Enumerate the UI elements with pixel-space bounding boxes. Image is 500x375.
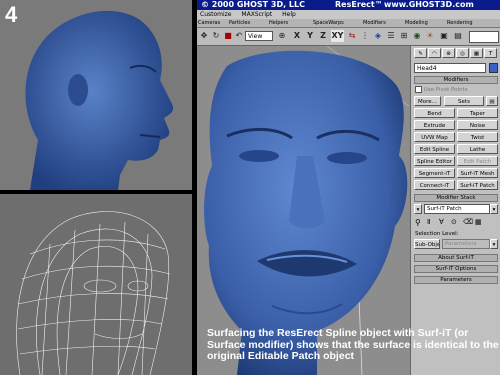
- modify-tab-icon[interactable]: ◠: [428, 48, 441, 58]
- display-tab-icon[interactable]: ▦: [470, 48, 483, 58]
- lathe-button[interactable]: Lathe: [457, 144, 498, 154]
- spline-editor-button[interactable]: Spline Editor: [414, 156, 455, 166]
- tab-bar: Cameras Particles Helpers SpaceWarps Mod…: [197, 19, 500, 28]
- selection-level-label: Selection Level:: [415, 231, 459, 237]
- surf-it-patch-button[interactable]: Surf-iT Patch: [457, 180, 498, 190]
- named-selection-field[interactable]: [469, 31, 499, 43]
- caption-text: Surfacing the ResErect Spline object wit…: [207, 327, 499, 362]
- configure-sets-icon[interactable]: ▤: [486, 96, 498, 106]
- edit-patch-button[interactable]: Edit Patch: [457, 156, 498, 166]
- command-panel: ✎ ◠ ⊗ ◎ ▦ T Head4 Modifiers Use Pivot Po…: [410, 46, 500, 375]
- schematic-icon[interactable]: ⊞: [399, 30, 409, 42]
- rotate-icon[interactable]: ↻: [211, 30, 221, 42]
- uvw-map-button[interactable]: UVW Map: [414, 132, 455, 142]
- tab-particles[interactable]: Particles: [229, 19, 250, 27]
- create-tab-icon[interactable]: ✎: [414, 48, 427, 58]
- tab-modeling[interactable]: Modeling: [405, 19, 428, 27]
- connect-it-button[interactable]: Connect-iT: [414, 180, 455, 190]
- axis-z-button[interactable]: Z: [318, 30, 328, 42]
- sub-object-button[interactable]: Sub-Object: [414, 239, 440, 249]
- axis-xy-button[interactable]: XY: [331, 30, 344, 42]
- move-icon[interactable]: ✥: [199, 30, 209, 42]
- head-front-render: [204, 46, 409, 375]
- menu-item-customize[interactable]: Customize: [200, 11, 232, 18]
- modifier-stack-dropdown[interactable]: Surf-iT Patch: [424, 204, 490, 214]
- tab-rendering[interactable]: Rendering: [447, 19, 473, 27]
- tab-cameras[interactable]: Cameras: [198, 19, 220, 27]
- pin-icon[interactable]: ⚲: [415, 218, 421, 227]
- tab-helpers[interactable]: Helpers: [269, 19, 288, 27]
- remove-modifier-icon[interactable]: ⌫: [463, 218, 473, 226]
- object-color-swatch[interactable]: [489, 63, 498, 73]
- track-view-icon[interactable]: ☰: [386, 30, 396, 42]
- extrude-button[interactable]: Extrude: [414, 120, 455, 130]
- segment-it-button[interactable]: Segment-iT: [414, 168, 455, 178]
- perspective-viewport[interactable]: [197, 46, 409, 375]
- use-pivot-points-label: Use Pivot Points: [423, 87, 468, 93]
- about-surf-it-rollout[interactable]: About Surf-iT: [414, 254, 498, 262]
- utilities-tab-icon[interactable]: T: [484, 48, 497, 58]
- parameters-rollout[interactable]: Parameters: [414, 276, 498, 284]
- menu-item-maxscript[interactable]: MAXScript: [241, 11, 272, 18]
- main-toolbar: ✥ ↻ ■ ↶ View ⊕ X Y Z XY ⇆ ⋮ ◈ ☰ ⊞ ◉ ☀ ▣ …: [197, 28, 500, 46]
- side-view-viewport: 4: [0, 0, 192, 190]
- axis-y-button[interactable]: Y: [305, 30, 315, 42]
- active-inactive-icon[interactable]: Ⅱ: [427, 218, 430, 226]
- use-pivot-points-checkbox[interactable]: Use Pivot Points: [415, 86, 468, 93]
- head-side-render: [25, 10, 174, 190]
- render-last-icon[interactable]: ▤: [453, 30, 463, 42]
- sub-object-dropdown[interactable]: Parameters: [442, 239, 490, 249]
- motion-tab-icon[interactable]: ◎: [456, 48, 469, 58]
- taper-button[interactable]: Taper: [457, 108, 498, 118]
- object-name-field[interactable]: Head4: [414, 63, 486, 73]
- quick-render-icon[interactable]: ▣: [439, 30, 449, 42]
- pin-stack-icon[interactable]: ▾: [414, 204, 422, 214]
- material-editor-icon[interactable]: ◉: [412, 30, 422, 42]
- tab-modifiers[interactable]: Modifiers: [363, 19, 386, 27]
- twist-button[interactable]: Twist: [457, 132, 498, 142]
- reference-coord-select[interactable]: View: [245, 31, 273, 41]
- title-copyright: © 2000 GHOST 3D, LLC: [201, 0, 305, 9]
- pivot-icon[interactable]: ⊕: [277, 30, 287, 42]
- edit-stack-icon[interactable]: ▦: [475, 218, 482, 226]
- edit-spline-button[interactable]: Edit Spline: [414, 144, 455, 154]
- surf-it-mesh-button[interactable]: Surf-iT Mesh: [457, 168, 498, 178]
- surf-it-options-rollout[interactable]: Surf-iT Options: [414, 265, 498, 273]
- sub-object-chevron-icon[interactable]: ▾: [490, 239, 498, 249]
- sets-button[interactable]: Sets: [444, 96, 484, 106]
- align-icon[interactable]: ⋮: [360, 30, 370, 42]
- mirror-icon[interactable]: ⇆: [347, 30, 357, 42]
- title-app-name: ResErect™: [335, 0, 383, 9]
- app-window: © 2000 GHOST 3D, LLC ResErect™ www.GHOST…: [197, 0, 500, 375]
- noise-button[interactable]: Noise: [457, 120, 498, 130]
- more-button[interactable]: More...: [414, 96, 441, 106]
- show-end-result-icon[interactable]: ∀: [439, 218, 444, 226]
- head-wireframe-render: [16, 211, 171, 375]
- bend-button[interactable]: Bend: [414, 108, 455, 118]
- tab-spacewarps[interactable]: SpaceWarps: [313, 19, 344, 27]
- panel-number: 4: [5, 2, 18, 27]
- render-icon[interactable]: ☀: [425, 30, 435, 42]
- title-website: www.GHOST3D.com: [384, 0, 474, 9]
- title-bar: © 2000 GHOST 3D, LLC ResErect™ www.GHOST…: [197, 0, 500, 10]
- scale-icon[interactable]: ■: [223, 30, 233, 42]
- chevron-down-icon[interactable]: ▾: [490, 204, 498, 214]
- snap-icon[interactable]: ◈: [373, 30, 383, 42]
- modifier-stack-rollout-header[interactable]: Modifier Stack: [414, 194, 498, 202]
- undo-icon[interactable]: ↶: [234, 30, 244, 42]
- modifiers-rollout-header[interactable]: Modifiers: [414, 76, 498, 84]
- axis-x-button[interactable]: X: [292, 30, 302, 42]
- hierarchy-tab-icon[interactable]: ⊗: [442, 48, 455, 58]
- menu-item-help[interactable]: Help: [282, 11, 296, 18]
- menu-bar: Customize MAXScript Help: [197, 10, 500, 19]
- wireframe-viewport: [0, 194, 192, 375]
- make-unique-icon[interactable]: ⊙: [451, 218, 457, 226]
